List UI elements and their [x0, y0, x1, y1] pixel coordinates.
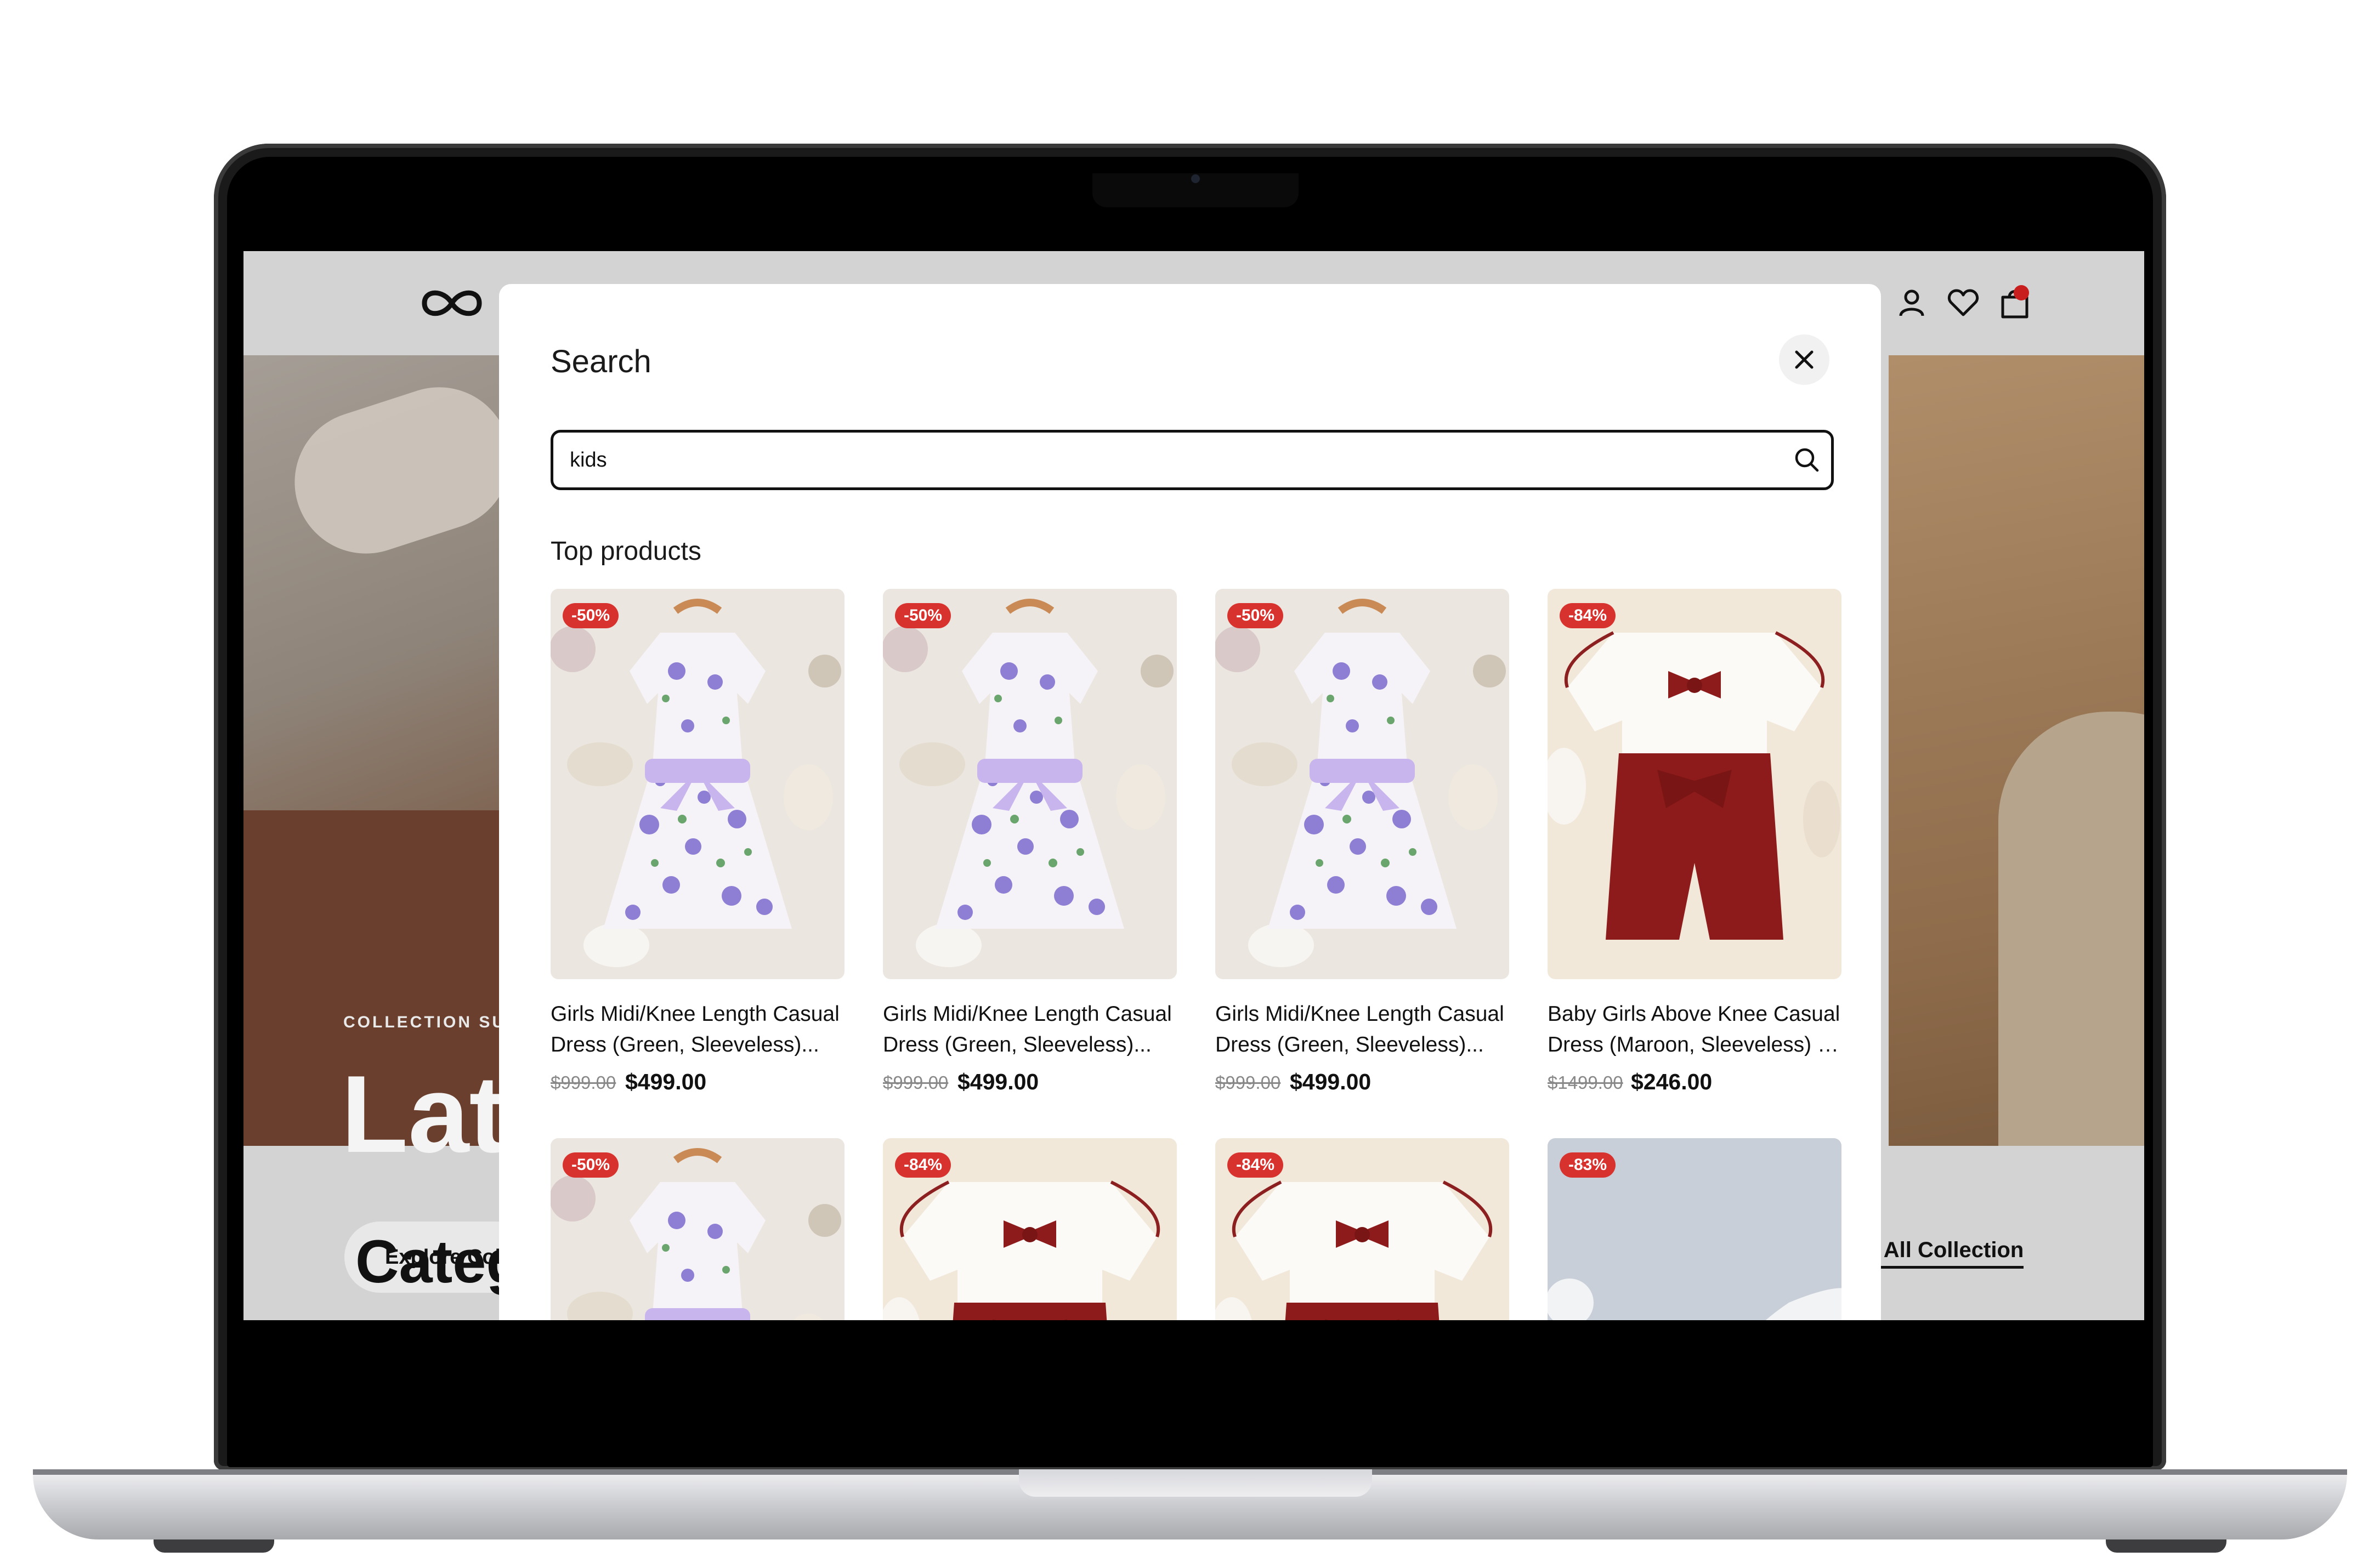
product-image[interactable]: -50% [551, 1138, 845, 1320]
product-image[interactable]: -84% [1215, 1138, 1509, 1320]
heart-icon[interactable] [1946, 285, 1981, 320]
product-name-line1: Girls Midi/Knee Length Casual [1215, 1002, 1504, 1026]
user-icon[interactable] [1894, 285, 1929, 320]
product-name-line2: Dress (Green, Sleeveless)... [883, 1033, 1152, 1056]
search-icon[interactable] [1792, 445, 1822, 475]
camera-icon [1191, 174, 1200, 183]
original-price: $999.00 [1215, 1072, 1281, 1093]
discount-badge: -50% [895, 603, 951, 628]
hero-image-right [1889, 355, 2144, 1146]
original-price: $1499.00 [1548, 1072, 1623, 1093]
product-name-line2: Dress (Green, Sleeveless)... [551, 1033, 819, 1056]
browser-viewport: COLLECTION SUM Lat Explore Col Categ w A… [243, 251, 2144, 1320]
product-image[interactable]: -50% [1215, 589, 1509, 979]
modal-title: Search [551, 344, 651, 379]
original-price: $999.00 [551, 1072, 616, 1093]
product-name-line1: Girls Midi/Knee Length Casual [883, 1002, 1172, 1026]
trackpad-notch [1019, 1469, 1372, 1497]
product-image[interactable]: -50% [883, 589, 1177, 979]
discount-badge: -83% [1560, 1152, 1616, 1178]
top-products-heading: Top products [551, 537, 701, 566]
discount-badge: -84% [895, 1152, 951, 1178]
laptop-foot-right [2106, 1539, 2226, 1553]
collection-label: COLLECTION SUM [343, 1013, 522, 1031]
discount-badge: -84% [1227, 1152, 1284, 1178]
sale-price: $246.00 [1631, 1069, 1713, 1094]
product-name[interactable]: Girls Midi/Knee Length Casual Dress (Gree… [551, 999, 845, 1060]
discount-badge: -84% [1560, 603, 1616, 628]
product-name-line2: Dress (Maroon, Sleeveless) |9... [1548, 1033, 1841, 1056]
discount-badge: -50% [1227, 603, 1284, 628]
product-image[interactable]: -83% [1548, 1138, 1841, 1320]
laptop-foot-left [154, 1539, 274, 1553]
search-field[interactable] [551, 430, 1834, 490]
categories-heading: Categ [355, 1228, 523, 1296]
product-image[interactable]: -50% [551, 589, 845, 979]
search-modal: Search Top products [499, 284, 1881, 1320]
product-image[interactable]: -84% [1548, 589, 1841, 979]
product-name-line2: Dress (Green, Sleeveless)... [1215, 1033, 1484, 1056]
discount-badge: -50% [563, 603, 619, 628]
sale-price: $499.00 [957, 1069, 1039, 1094]
sale-price: $499.00 [1290, 1069, 1372, 1094]
original-price: $999.00 [883, 1072, 949, 1093]
sale-price: $499.00 [625, 1069, 707, 1094]
product-name-line1: Baby Girls Above Knee Casual [1548, 1002, 1840, 1026]
product-image[interactable]: -84% [883, 1138, 1177, 1320]
hero-person [1998, 712, 2144, 1146]
discount-badge: -50% [563, 1152, 619, 1178]
hero-figure [276, 368, 529, 572]
product-name[interactable]: Girls Midi/Knee Length Casual Dress (Gree… [883, 999, 1177, 1060]
close-icon [1795, 350, 1814, 369]
product-name[interactable]: Baby Girls Above Knee Casual Dress (Maroo… [1548, 999, 1841, 1060]
cart-notification-dot [2014, 285, 2029, 300]
view-all-collection-link[interactable]: w All Collection [1861, 1238, 2024, 1269]
infinity-logo-icon[interactable] [419, 284, 485, 322]
search-input[interactable] [570, 433, 1765, 487]
hero-title: Lat [341, 1053, 506, 1175]
product-name-line1: Girls Midi/Knee Length Casual [551, 1002, 840, 1026]
product-name[interactable]: Girls Midi/Knee Length Casual Dress (Gree… [1215, 999, 1509, 1060]
close-button[interactable] [1779, 334, 1829, 385]
